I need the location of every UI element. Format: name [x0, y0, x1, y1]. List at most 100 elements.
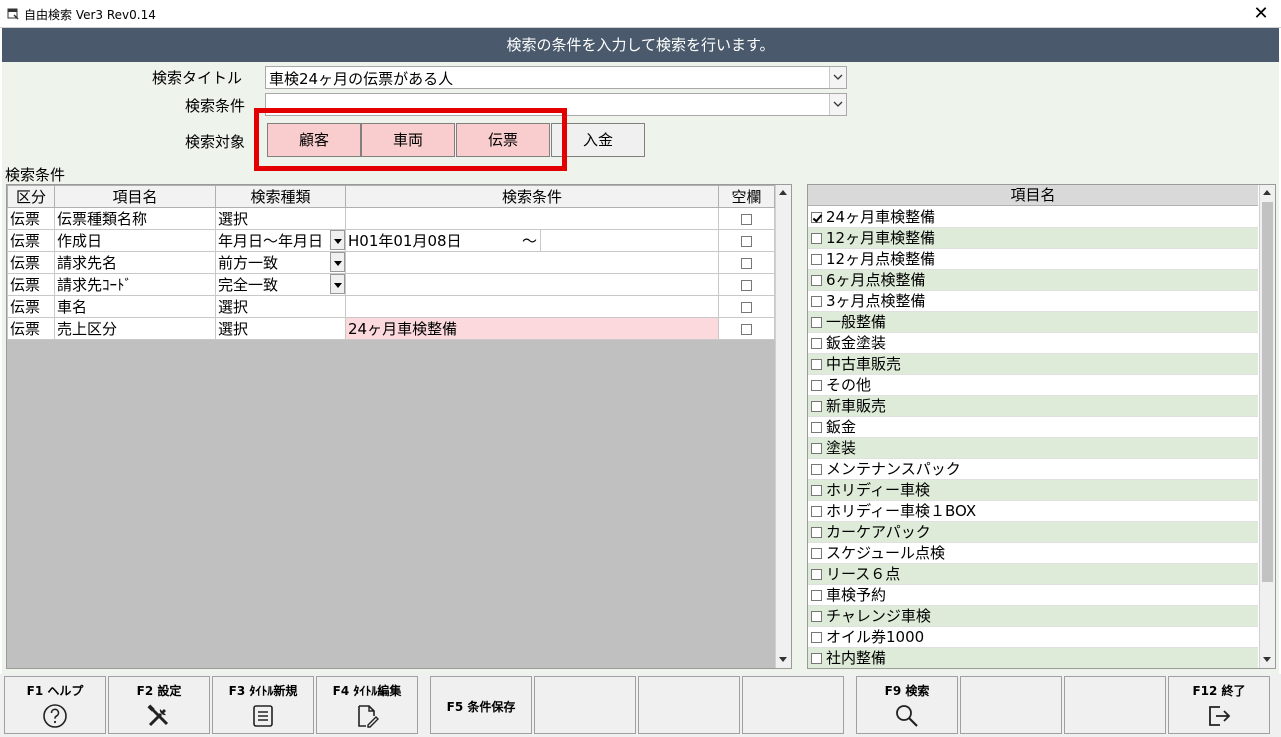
item-checkbox[interactable] — [811, 527, 822, 538]
column-header-type[interactable]: 検索種類 — [215, 185, 346, 208]
blank-checkbox[interactable] — [741, 213, 752, 225]
cell-condition[interactable]: 24ヶ月車検整備 — [345, 317, 719, 340]
list-item[interactable]: 車検予約 — [808, 585, 1258, 606]
table-row[interactable]: 伝票 車名 選択 — [7, 295, 775, 318]
cell-blank[interactable] — [718, 207, 775, 230]
blank-checkbox[interactable] — [741, 257, 752, 269]
item-checkbox[interactable] — [811, 485, 822, 496]
item-checkbox[interactable] — [811, 611, 822, 622]
scroll-up-icon[interactable] — [1260, 185, 1275, 201]
f11-empty-button[interactable] — [1064, 676, 1166, 734]
item-checkbox[interactable] — [811, 653, 822, 664]
f6-empty-button[interactable] — [534, 676, 636, 734]
cell-condition[interactable] — [345, 295, 719, 318]
f10-empty-button[interactable] — [960, 676, 1062, 734]
item-checkbox[interactable] — [811, 296, 822, 307]
list-item[interactable]: メンテナンスパック — [808, 459, 1258, 480]
f8-empty-button[interactable] — [742, 676, 844, 734]
table-row[interactable]: 伝票 請求先ｺｰﾄﾞ 完全一致 — [7, 273, 775, 296]
item-checkbox[interactable] — [811, 464, 822, 475]
cell-type[interactable]: 前方一致 — [215, 251, 346, 274]
item-checkbox[interactable] — [811, 401, 822, 412]
table-row[interactable]: 伝票 請求先名 前方一致 — [7, 251, 775, 274]
list-item[interactable]: チャレンジ車検 — [808, 606, 1258, 627]
item-checkbox[interactable] — [811, 380, 822, 391]
f4-edit-title-button[interactable]: F4 ﾀｲﾄﾙ編集 — [316, 676, 418, 734]
item-checkbox[interactable] — [811, 359, 822, 370]
column-header-blank[interactable]: 空欄 — [718, 185, 775, 208]
list-item[interactable]: ホリディー車検１BOX — [808, 501, 1258, 522]
list-item[interactable]: 一般整備 — [808, 312, 1258, 333]
list-item[interactable]: 塗装 — [808, 438, 1258, 459]
f9-search-button[interactable]: F9 検索 — [856, 676, 958, 734]
blank-checkbox[interactable] — [741, 279, 752, 291]
target-slip-button[interactable]: 伝票 — [456, 123, 550, 157]
item-checkbox[interactable] — [811, 233, 822, 244]
blank-checkbox[interactable] — [741, 301, 752, 313]
item-checkbox[interactable] — [811, 212, 822, 223]
scroll-up-icon[interactable] — [776, 185, 791, 201]
cell-type[interactable]: 完全一致 — [215, 273, 346, 296]
cell-condition[interactable] — [345, 273, 719, 296]
item-checkbox[interactable] — [811, 254, 822, 265]
item-checkbox[interactable] — [811, 317, 822, 328]
list-item[interactable]: 12ヶ月車検整備 — [808, 228, 1258, 249]
target-payment-button[interactable]: 入金 — [551, 123, 645, 157]
item-checkbox[interactable] — [811, 443, 822, 454]
list-item[interactable]: スケジュール点検 — [808, 543, 1258, 564]
list-item[interactable]: 鈑金塗装 — [808, 333, 1258, 354]
cell-type[interactable]: 年月日～年月日 — [215, 229, 346, 252]
f3-new-title-button[interactable]: F3 ﾀｲﾄﾙ新規 — [212, 676, 314, 734]
blank-checkbox[interactable] — [741, 235, 752, 247]
scroll-down-icon[interactable] — [1260, 652, 1275, 668]
chevron-down-icon[interactable] — [330, 230, 345, 250]
list-item[interactable]: その他 — [808, 375, 1258, 396]
item-checkbox[interactable] — [811, 422, 822, 433]
list-item[interactable]: カーケアパック — [808, 522, 1258, 543]
chevron-down-icon[interactable] — [829, 67, 846, 88]
f2-settings-button[interactable]: F2 設定 — [108, 676, 210, 734]
list-item[interactable]: 鈑金 — [808, 417, 1258, 438]
chevron-down-icon[interactable] — [330, 274, 345, 294]
blank-checkbox[interactable] — [741, 323, 752, 335]
grid-scrollbar[interactable] — [775, 185, 791, 668]
list-item[interactable]: 6ヶ月点検整備 — [808, 270, 1258, 291]
search-condition-combo[interactable] — [265, 93, 847, 116]
item-checkbox[interactable] — [811, 338, 822, 349]
list-item[interactable]: オイル券1000 — [808, 627, 1258, 648]
list-item[interactable]: 中古車販売 — [808, 354, 1258, 375]
cell-blank[interactable] — [718, 229, 775, 252]
scroll-down-icon[interactable] — [776, 652, 791, 668]
list-item[interactable]: ホリディー車検 — [808, 480, 1258, 501]
target-customer-button[interactable]: 顧客 — [267, 123, 361, 157]
cell-condition[interactable] — [345, 207, 719, 230]
column-header-item[interactable]: 項目名 — [54, 185, 216, 208]
f7-empty-button[interactable] — [638, 676, 740, 734]
column-header-condition[interactable]: 検索条件 — [345, 185, 719, 208]
column-header-kubun[interactable]: 区分 — [7, 185, 55, 208]
search-title-combo[interactable]: 車検24ヶ月の伝票がある人 — [265, 66, 847, 89]
cell-blank[interactable] — [718, 273, 775, 296]
table-row[interactable]: 伝票 作成日 年月日～年月日 H01年01月08日 ～ — [7, 229, 775, 252]
close-window-button[interactable]: ✕ — [1251, 4, 1271, 24]
chevron-down-icon[interactable] — [330, 252, 345, 272]
f12-exit-button[interactable]: F12 終了 — [1168, 676, 1270, 734]
item-checkbox[interactable] — [811, 275, 822, 286]
list-item[interactable]: リース６点 — [808, 564, 1258, 585]
list-item[interactable]: 新車販売 — [808, 396, 1258, 417]
item-checkbox[interactable] — [811, 569, 822, 580]
table-row[interactable]: 伝票 売上区分 選択 24ヶ月車検整備 — [7, 317, 775, 340]
f1-help-button[interactable]: F1 ヘルプ — [4, 676, 106, 734]
target-vehicle-button[interactable]: 車両 — [361, 123, 455, 157]
cell-blank[interactable] — [718, 295, 775, 318]
item-checkbox[interactable] — [811, 548, 822, 559]
list-item[interactable]: 24ヶ月車検整備 — [808, 207, 1258, 228]
cell-type[interactable]: 選択 — [215, 207, 346, 230]
date-from-value[interactable]: H01年01月08日 — [348, 232, 462, 250]
f5-save-condition-button[interactable]: F5 条件保存 — [430, 676, 532, 734]
cell-type[interactable]: 選択 — [215, 317, 346, 340]
cell-condition[interactable] — [345, 251, 719, 274]
cell-blank[interactable] — [718, 317, 775, 340]
item-checkbox[interactable] — [811, 632, 822, 643]
list-item[interactable]: 社内整備 — [808, 648, 1258, 668]
